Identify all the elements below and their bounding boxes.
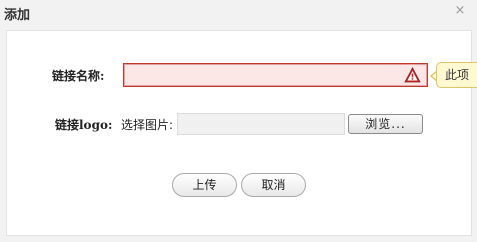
link-logo-label: 链接logo: xyxy=(55,118,113,132)
close-icon[interactable]: × xyxy=(453,4,467,18)
validation-tooltip: 此项 xyxy=(436,62,477,88)
cancel-button[interactable]: 取消 xyxy=(241,173,306,197)
choose-image-label: 选择图片: xyxy=(121,118,174,132)
dialog-title: 添加 xyxy=(4,8,31,23)
link-name-label: 链接名称: xyxy=(52,69,105,83)
link-name-input[interactable] xyxy=(123,63,428,87)
dialog-titlebar: 添加 × xyxy=(0,0,477,26)
file-path-field[interactable] xyxy=(177,113,345,135)
link-logo-row: 链接logo: 选择图片: 浏览... xyxy=(0,112,471,138)
link-name-row: 链接名称: 此项 xyxy=(0,62,477,89)
upload-button[interactable]: 上传 xyxy=(172,173,237,197)
browse-button[interactable]: 浏览... xyxy=(348,114,423,134)
warning-triangle-icon xyxy=(404,67,421,83)
